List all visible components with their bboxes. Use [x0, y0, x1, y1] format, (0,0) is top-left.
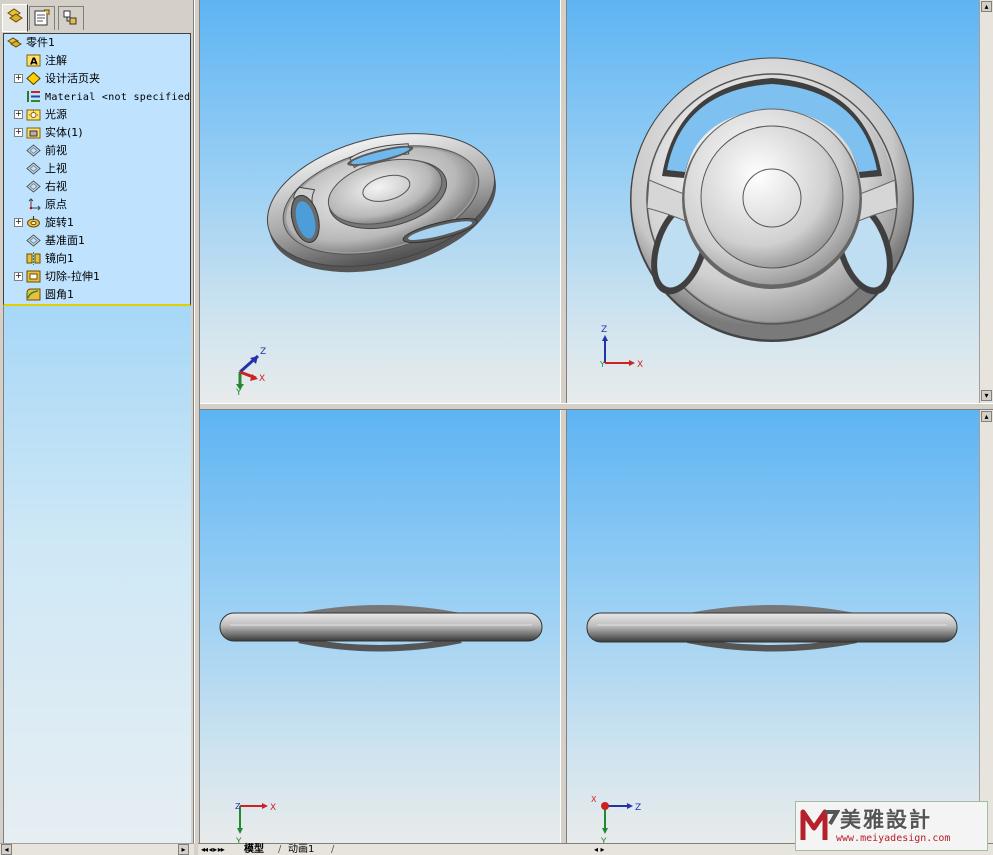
expand-icon[interactable]: + [14, 74, 23, 83]
tree-item-top-plane[interactable]: 上视 [26, 160, 67, 177]
triad-z-label: Z [235, 802, 241, 811]
feature-manager-tab[interactable] [2, 4, 28, 32]
triad-x-label: X [270, 803, 276, 813]
triad-x-label: X [637, 360, 643, 370]
axis-triad: X Y Z [235, 802, 276, 843]
axis-triad: Z X Y [599, 325, 643, 370]
feature-tree: 零件1 A 注解 + 设计活页夹 Material <not specified… [3, 33, 191, 306]
svg-text:A: A [30, 56, 38, 67]
plane-icon [26, 179, 41, 193]
tree-item-plane1[interactable]: 基准面1 [26, 232, 85, 249]
scroll-right-arrow-icon[interactable]: ▸ [178, 844, 189, 855]
hscroll-arrows-icon[interactable]: ◂ ▸ [594, 844, 605, 855]
tree-item-fillet[interactable]: 圆角1 [26, 286, 74, 303]
viewport-front[interactable]: Z X Y [567, 0, 979, 403]
annotation-icon: A [26, 54, 41, 67]
triad-y-label: Y [599, 360, 605, 369]
steering-wheel-front-model: Z X Y [599, 57, 914, 370]
watermark-url: www.meiyadesign.com [836, 833, 951, 844]
triad-z-label: Z [260, 347, 266, 357]
meiya-logo-icon [800, 809, 840, 840]
design-binder-icon [26, 71, 41, 85]
mirror-icon [26, 251, 41, 265]
tree-item-cut-extrude[interactable]: + 切除-拉伸1 [14, 268, 100, 285]
part-icon [7, 36, 22, 48]
feature-manager-icon [7, 8, 23, 23]
fillet-icon [26, 288, 41, 300]
tree-item-design-binder[interactable]: + 设计活页夹 [14, 70, 100, 87]
plane-icon [26, 161, 41, 175]
tab-model[interactable]: 模型 [244, 844, 264, 855]
plane-icon [26, 233, 41, 247]
triad-y-label: Y [235, 388, 242, 398]
triad-z-label: Z [601, 325, 607, 335]
tree-item-origin[interactable]: 原点 [26, 196, 67, 213]
material-icon [27, 90, 40, 102]
lighting-icon [26, 109, 41, 120]
tree-item-right-plane[interactable]: 右视 [26, 178, 67, 195]
revolve-icon [27, 215, 40, 227]
expand-icon[interactable]: + [14, 272, 23, 281]
viewport-top[interactable]: X Y Z [200, 410, 560, 843]
tree-item-material[interactable]: Material <not specified> [26, 88, 190, 105]
axis-triad: Z Y X [235, 347, 266, 398]
triad-x-label: X [259, 374, 265, 384]
vertical-viewport-splitter[interactable] [560, 0, 567, 843]
steering-wheel-isometric-model: Z Y X [235, 133, 497, 398]
tree-item-solid-bodies[interactable]: + 实体(1) [14, 124, 83, 141]
expand-icon[interactable]: + [14, 110, 23, 119]
viewport-isometric[interactable]: Z Y X [200, 0, 560, 403]
scroll-left-arrow-icon[interactable]: ◂ [1, 844, 12, 855]
axis-triad: Z Y X [591, 795, 641, 843]
tab-nav-arrows-icon[interactable]: ◂◂ ◂ ▸ ▸▸ [201, 844, 225, 855]
scroll-up-arrow-icon[interactable]: ▴ [981, 411, 992, 422]
expand-icon[interactable]: + [14, 218, 23, 227]
watermark-logo: 美雅設計 www.meiyadesign.com [795, 801, 988, 851]
feature-manager-panel: 零件1 A 注解 + 设计活页夹 Material <not specified… [0, 0, 194, 855]
expand-icon[interactable]: + [14, 128, 23, 137]
viewport-front-vscrollbar[interactable]: ▴ ▾ [979, 0, 993, 403]
solid-bodies-icon [26, 127, 41, 138]
watermark-title: 美雅設計 [840, 808, 932, 832]
tree-root-part[interactable]: 零件1 [7, 34, 55, 51]
configuration-manager-icon [63, 10, 77, 25]
tab-separator: / [278, 844, 282, 855]
cut-extrude-icon [26, 270, 41, 282]
steering-wheel-top-model: X Y Z [219, 605, 543, 843]
tree-item-mirror[interactable]: 镜向1 [26, 250, 74, 267]
horizontal-viewport-splitter[interactable] [200, 403, 993, 410]
scroll-up-arrow-icon[interactable]: ▴ [981, 1, 992, 12]
configuration-manager-tab[interactable] [58, 6, 84, 30]
feature-manager-empty-area [3, 306, 191, 844]
triad-x-label: X [591, 795, 597, 804]
property-manager-tab[interactable] [29, 6, 55, 30]
triad-z-label: Z [635, 803, 641, 813]
tree-item-annotations[interactable]: A 注解 [26, 52, 67, 69]
tree-item-revolve[interactable]: + 旋转1 [14, 214, 74, 231]
scroll-down-arrow-icon[interactable]: ▾ [981, 390, 992, 401]
viewport-right[interactable]: Z Y X [567, 410, 979, 843]
tree-item-front-plane[interactable]: 前视 [26, 142, 67, 159]
viewport-right-vscrollbar[interactable]: ▴ [979, 410, 993, 843]
tab-separator: / [331, 844, 335, 855]
property-manager-icon [34, 9, 50, 26]
steering-wheel-side-model: Z Y X [586, 605, 958, 843]
tree-item-lighting[interactable]: + 光源 [14, 106, 67, 123]
tab-animation[interactable]: 动画1 [288, 844, 314, 855]
origin-icon [28, 197, 41, 210]
panel-tabs [2, 4, 194, 32]
plane-icon [26, 143, 41, 157]
feature-tree-hscrollbar[interactable]: ◂ ▸ [0, 843, 194, 855]
